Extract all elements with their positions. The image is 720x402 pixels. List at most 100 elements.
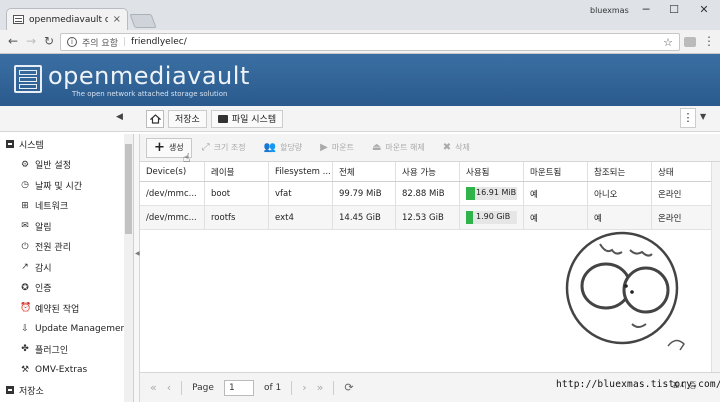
wrench-icon: ⚒: [20, 364, 30, 375]
delete-button[interactable]: ✖ 삭제: [435, 138, 478, 158]
cell-total: 99.79 MiB: [333, 182, 396, 205]
puzzle-icon: ✤: [21, 344, 29, 355]
breadcrumb-storage[interactable]: 저장소: [168, 109, 207, 128]
page-count: of 1: [263, 382, 282, 393]
sidebar-item-certificates[interactable]: ✪ 인증: [0, 278, 133, 299]
certificate-icon: ✪: [21, 282, 29, 293]
play-icon: ▶: [320, 142, 328, 153]
usage-bar: 16.91 MiB: [466, 187, 517, 200]
grid-toolbar: + 생성 ⤢ 크기 조정 👥 할당량 ▶ 마운트 ⏏ 마운트 해제 ✖ 삭제: [140, 134, 720, 162]
sidebar-item-general-settings[interactable]: ⚙ 일반 설정: [0, 155, 133, 176]
page-input[interactable]: 1: [223, 379, 254, 396]
mount-button[interactable]: ▶ 마운트: [312, 138, 362, 158]
cell-status: 온라인: [658, 189, 682, 200]
sidebar-item-update-management[interactable]: ⇩ Update Management: [0, 319, 133, 340]
filesystem-grid: Device(s) 레이블 Filesystem ... 전체 사용 가능 사용…: [140, 162, 720, 230]
cell-label: rootfs: [205, 206, 269, 229]
paging-separator: [291, 380, 293, 395]
column-header[interactable]: Filesystem ...: [269, 162, 333, 181]
table-row[interactable]: /dev/mmc... boot vfat 99.79 MiB 82.88 Mi…: [140, 182, 720, 206]
cell-device: /dev/mmc...: [140, 206, 205, 229]
new-tab-button[interactable]: [129, 14, 157, 28]
column-header[interactable]: 상태: [652, 162, 720, 181]
usage-bar-fill: [466, 187, 475, 200]
users-icon: 👥: [263, 142, 277, 153]
grid-scrollbar[interactable]: [711, 162, 720, 372]
sidebar-item-network[interactable]: ⊞ 네트워크: [0, 196, 133, 217]
app-tagline: The open network attached storage soluti…: [72, 90, 228, 98]
usage-text: 1.90 GiB: [476, 212, 511, 221]
back-icon[interactable]: ←: [8, 34, 18, 48]
column-header[interactable]: Device(s): [140, 162, 205, 181]
url-bar[interactable]: i 주의 요함 | friendlyelec/ ☆: [60, 33, 680, 51]
watermark-drawing: [565, 231, 685, 351]
maximize-icon[interactable]: ☐: [664, 3, 684, 16]
sidebar-item-power[interactable]: ⏻ 전원 관리: [0, 237, 133, 258]
collapse-icon[interactable]: [6, 140, 14, 149]
usage-text: 16.91 MiB: [476, 188, 517, 197]
info-icon[interactable]: i: [67, 37, 77, 47]
minimize-icon[interactable]: ─: [636, 3, 656, 16]
last-page-icon[interactable]: »: [317, 381, 324, 394]
unmount-button[interactable]: ⏏ 마운트 해제: [364, 138, 433, 158]
sidebar-item-label: OMV-Extras: [35, 364, 88, 375]
next-page-icon[interactable]: ›: [302, 381, 306, 394]
security-indicator[interactable]: 주의 요함: [82, 36, 118, 49]
url-text[interactable]: friendlyelec/: [131, 37, 658, 47]
chevron-down-icon[interactable]: ▼: [700, 112, 706, 121]
browser-menu-icon[interactable]: ⋮: [703, 34, 715, 48]
tab-close-icon[interactable]: ×: [113, 14, 121, 25]
create-label: 생성: [168, 143, 184, 152]
splitter-arrow-icon[interactable]: ◀: [135, 250, 140, 257]
profile-name[interactable]: bluexmas: [590, 6, 629, 15]
extension-icon[interactable]: [684, 37, 696, 47]
quota-button[interactable]: 👥 할당량: [256, 138, 311, 158]
home-icon[interactable]: [146, 109, 164, 128]
omv-favicon-icon: [13, 15, 24, 24]
column-header[interactable]: 레이블: [205, 162, 269, 181]
more-options-icon[interactable]: ⋮: [680, 108, 696, 128]
breadcrumb-label: 저장소: [175, 115, 200, 125]
sidebar-item-monitoring[interactable]: ↗ 감시: [0, 257, 133, 278]
cell-mounted: 예: [524, 182, 588, 205]
sidebar-item-date-time[interactable]: ◷ 날짜 및 시간: [0, 175, 133, 196]
column-header[interactable]: 사용됨: [460, 162, 524, 181]
address-separator: |: [122, 37, 127, 47]
paging-separator: [333, 380, 335, 395]
sidebar-group-storage[interactable]: 저장소: [0, 380, 133, 401]
sidebar-scrollbar-thumb[interactable]: [125, 144, 132, 234]
expand-icon: ⤢: [201, 142, 210, 153]
sidebar-group-system[interactable]: 시스템: [0, 134, 133, 155]
reload-icon[interactable]: ↻: [44, 34, 54, 48]
sidebar-item-label: Update Management: [35, 323, 130, 334]
app-name: openmediavault: [48, 62, 250, 90]
usage-bar: 1.90 GiB: [466, 211, 517, 224]
navigation-tree: 시스템 ⚙ 일반 설정 ◷ 날짜 및 시간 ⊞ 네트워크 ✉ 알림 ⏻ 전원 관리 ↗ 감시…: [0, 134, 134, 402]
collapse-sidebar-icon[interactable]: ◀: [116, 112, 123, 122]
collapse-icon[interactable]: [6, 386, 14, 395]
close-window-icon[interactable]: ✕: [694, 3, 714, 16]
column-header[interactable]: 참조되는: [588, 162, 652, 181]
column-header[interactable]: 마운트됨: [524, 162, 588, 181]
sidebar-item-plugins[interactable]: ✤ 플러그인: [0, 339, 133, 360]
browser-tab[interactable]: openmediavault control ×: [6, 8, 128, 30]
resize-button[interactable]: ⤢ 크기 조정: [194, 138, 254, 158]
watermark-url: http://bluexmas.tistory.com/: [556, 379, 720, 390]
prev-page-icon[interactable]: ‹: [167, 381, 171, 394]
column-header[interactable]: 전체: [333, 162, 396, 181]
forward-icon[interactable]: →: [26, 34, 36, 48]
breadcrumb-filesystems[interactable]: 파일 시스템: [210, 109, 284, 128]
first-page-icon[interactable]: «: [150, 381, 157, 394]
sidebar-item-label: 날짜 및 시간: [35, 181, 83, 192]
column-header[interactable]: 사용 가능: [396, 162, 460, 181]
bookmark-star-icon[interactable]: ☆: [663, 36, 673, 49]
cell-available: 12.53 GiB: [396, 206, 460, 229]
sidebar-item-omv-extras[interactable]: ⚒ OMV-Extras: [0, 360, 133, 381]
plus-icon: +: [154, 140, 165, 155]
download-icon: ⇩: [21, 323, 29, 334]
sidebar-item-scheduled-jobs[interactable]: ⏰ 예약된 작업: [0, 298, 133, 319]
refresh-icon[interactable]: ⟳: [344, 381, 353, 394]
sidebar-item-notification[interactable]: ✉ 알림: [0, 216, 133, 237]
browser-titlebar: openmediavault control × bluexmas ─ ☐ ✕: [0, 0, 720, 30]
cell-used: 16.91 MiB: [460, 182, 524, 205]
